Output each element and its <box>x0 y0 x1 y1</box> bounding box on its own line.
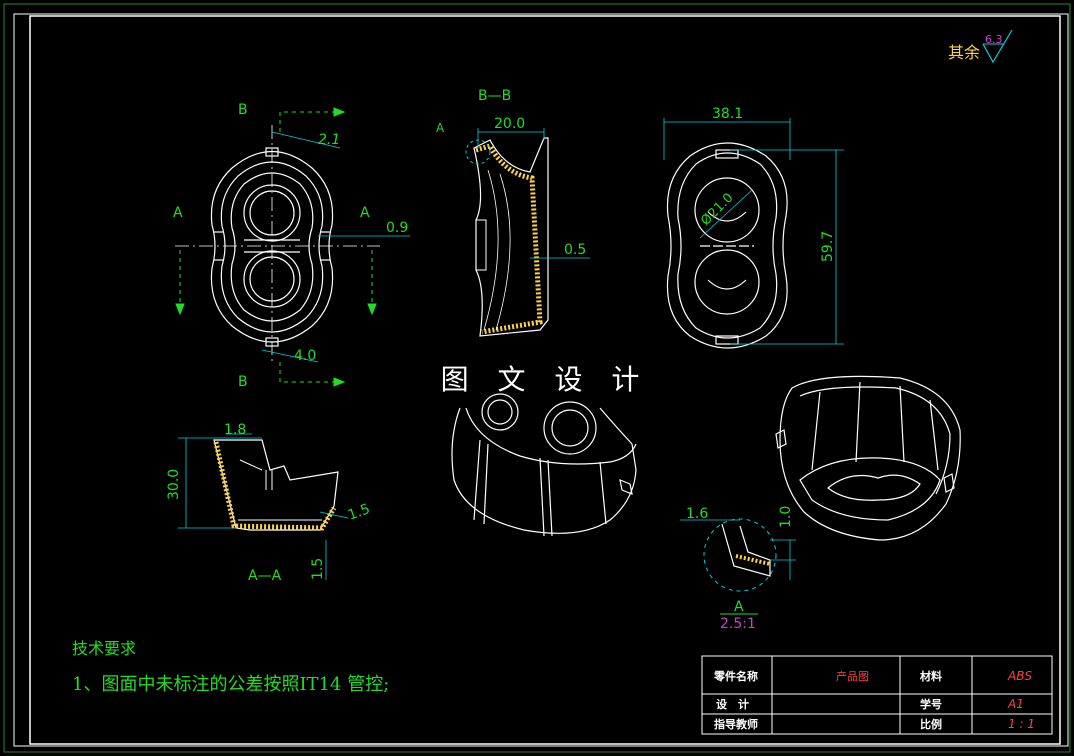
bb-section-view <box>465 137 549 337</box>
tb-student-id: A1 <box>1007 697 1024 711</box>
tb-design-label: 设 计 <box>716 697 749 711</box>
bottom-view <box>666 142 788 349</box>
tb-advisor-label: 指导教师 <box>714 717 758 731</box>
detail-dim-lines <box>680 519 796 580</box>
section-label-b-top: B <box>238 102 248 118</box>
dim-59-7: 59.7 <box>820 231 836 262</box>
dim-2-1: 2.1 <box>318 132 340 148</box>
tb-part-name: 产品图 <box>836 669 869 683</box>
isometric-view-bottom <box>775 375 961 541</box>
section-label-a-right: A <box>360 205 370 221</box>
dim-1-5-b: 1.5 <box>310 558 326 580</box>
bottom-view-dim-lines <box>663 118 844 345</box>
dim-20-0: 20.0 <box>494 116 525 132</box>
roughness-label: 其余 <box>948 43 980 62</box>
detail-callout-a: A <box>436 121 445 135</box>
tech-notes-line1: 1、图面中未标注的公差按照IT14 管控; <box>72 674 389 695</box>
dim-1-8: 1.8 <box>224 422 246 438</box>
tb-material: ABS <box>1007 669 1032 683</box>
dim-4-0: 4.0 <box>294 348 316 364</box>
tb-scale-label: 比例 <box>920 717 942 731</box>
dim-0-5: 0.5 <box>564 242 586 258</box>
plan-view <box>175 125 380 365</box>
section-label-b-bottom: B <box>238 374 248 390</box>
aa-section-view <box>213 439 339 531</box>
watermark-text: 图 文 设 计 <box>440 363 650 396</box>
detail-scale: 2.5:1 <box>720 616 756 632</box>
dim-1-6: 1.6 <box>686 506 708 522</box>
section-label-a-left: A <box>173 205 183 221</box>
tech-notes-title: 技术要求 <box>72 639 136 658</box>
section-title-bb: B—B <box>478 88 511 104</box>
tb-part-name-label: 零件名称 <box>713 669 758 683</box>
roughness-symbol: 其余 6.3 <box>948 29 1013 64</box>
tb-material-label: 材料 <box>920 669 942 683</box>
plan-dim-lines <box>261 131 410 363</box>
tb-scale: 1 : 1 <box>1008 717 1035 731</box>
section-title-aa: A—A <box>248 568 282 584</box>
dim-38-1: 38.1 <box>712 106 743 122</box>
detail-a-view <box>703 518 777 592</box>
dim-1-5-a: 1.5 <box>346 501 372 524</box>
dim-1-0: 1.0 <box>778 506 794 528</box>
section-cut-lines <box>175 107 377 387</box>
dim-30-0: 30.0 <box>166 469 182 500</box>
isometric-view-top <box>451 393 637 537</box>
detail-name: A <box>734 599 744 615</box>
dim-0-9: 0.9 <box>386 220 408 236</box>
tb-student-id-label: 学号 <box>920 697 942 711</box>
